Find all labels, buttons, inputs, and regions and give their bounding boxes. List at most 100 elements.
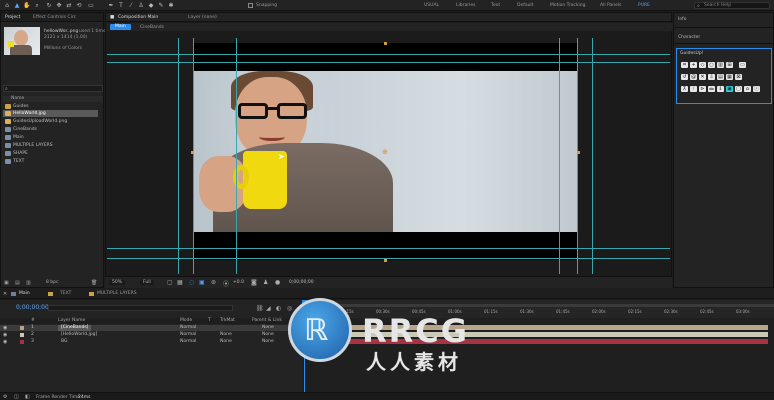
toggle-icon[interactable]: ◧ xyxy=(25,394,30,400)
new-folder-icon[interactable]: ▤ xyxy=(15,280,25,286)
pan-icon[interactable]: ✥ xyxy=(55,2,63,9)
draft-3d-icon[interactable]: ◢ xyxy=(266,305,271,312)
stamp-icon[interactable]: ♙ xyxy=(137,2,145,9)
col-mode[interactable]: Mode xyxy=(180,318,192,323)
rotate-icon[interactable]: ⟲ xyxy=(75,2,83,9)
project-item[interactable]: GuidesUploadWorld.png xyxy=(3,118,98,125)
guide-active-icon[interactable]: ▣ xyxy=(726,86,733,92)
transparency-grid-icon[interactable]: ▦ xyxy=(177,279,183,286)
roto-icon[interactable]: ✎ xyxy=(157,2,165,9)
workspace-text[interactable]: Text xyxy=(491,3,500,8)
subtab-main[interactable]: Main xyxy=(110,24,131,30)
timeline-tab-text[interactable]: TEXT xyxy=(60,291,71,296)
resolution-dropdown[interactable]: Full xyxy=(140,280,154,285)
workspace-default[interactable]: Default xyxy=(517,3,533,8)
timeline-search-input[interactable] xyxy=(48,305,233,311)
guide-diamond-icon[interactable]: ◇ xyxy=(699,62,706,68)
guide-info-icon[interactable]: ⓘ xyxy=(753,86,760,92)
layer-parent[interactable]: None xyxy=(262,339,274,345)
timeline-timecode[interactable]: 0;00;00;00 xyxy=(16,304,49,311)
work-area-bar[interactable] xyxy=(302,304,774,307)
home-icon[interactable]: ⌂ xyxy=(3,2,11,9)
guide-save-icon[interactable]: ▢ xyxy=(735,86,742,92)
layer-mode[interactable]: Normal xyxy=(180,339,196,345)
guide-horizontal[interactable] xyxy=(107,258,670,259)
guide-delete-icon[interactable]: ⊠ xyxy=(735,74,742,80)
exposure-value[interactable]: +0.0 xyxy=(233,280,244,285)
workspace-all-panels[interactable]: All Panels xyxy=(600,3,622,8)
interpret-footage-icon[interactable]: ▣ xyxy=(4,280,14,286)
transform-handle[interactable] xyxy=(191,151,194,154)
guide-horizontal[interactable] xyxy=(107,248,670,249)
workspace-usual[interactable]: USUAL xyxy=(424,3,439,8)
guide-golden-icon[interactable]: ↺ xyxy=(681,74,688,80)
guide-split-icon[interactable]: ⟚ xyxy=(708,86,715,92)
eraser-icon[interactable]: ◆ xyxy=(147,2,155,9)
col-trkmat[interactable]: TrkMat xyxy=(220,318,235,323)
transform-handle[interactable] xyxy=(384,42,387,45)
project-item[interactable]: TEXT xyxy=(3,158,98,165)
guide-vertical[interactable] xyxy=(236,38,237,274)
timeline-tab-main[interactable]: Main xyxy=(19,291,30,296)
info-panel-label[interactable]: Info xyxy=(678,17,687,22)
color-picker-icon[interactable]: ● xyxy=(275,279,280,286)
guide-center-icon[interactable]: ⊞ xyxy=(726,62,733,68)
label-color[interactable] xyxy=(20,326,24,330)
guide-vertical[interactable] xyxy=(592,38,593,274)
layer-mode[interactable]: Normal xyxy=(180,332,196,338)
project-item[interactable]: CineBands xyxy=(3,126,98,133)
selection-icon[interactable]: ▲ xyxy=(13,2,21,9)
region-icon[interactable]: ▢ xyxy=(167,279,173,286)
transform-handle[interactable] xyxy=(577,151,580,154)
col-parent[interactable]: Parent & Link xyxy=(252,318,282,323)
eye-icon[interactable]: ◉ xyxy=(3,325,7,331)
guide-import-icon[interactable]: ⇩ xyxy=(708,74,715,80)
dolly-icon[interactable]: ⇄ xyxy=(65,2,73,9)
project-item[interactable]: Main xyxy=(3,134,98,141)
anchor-point-icon[interactable]: ⊕ xyxy=(382,148,388,156)
guide-circle-icon[interactable]: ○ xyxy=(708,62,715,68)
guide-bars-icon[interactable]: ▭ xyxy=(739,62,746,68)
tab-effect-controls[interactable]: Effect Controls Circ xyxy=(33,15,76,20)
guide-cross-icon[interactable]: + xyxy=(690,62,697,68)
guide-spiral-icon[interactable]: @ xyxy=(690,74,697,80)
guide-vertical[interactable] xyxy=(193,38,194,274)
layer-name[interactable]: [HelloWorld.jpg] xyxy=(61,332,97,338)
guide-thirds-icon[interactable]: ▥ xyxy=(717,62,724,68)
snapping-checkbox[interactable] xyxy=(248,3,253,8)
layer-mode[interactable]: Normal xyxy=(180,325,196,331)
settings-icon[interactable]: ⚙ xyxy=(3,394,7,400)
guide-clear-icon[interactable]: ✕ xyxy=(699,74,706,80)
table-row[interactable]: ◉ 2 [HelloWorld.jpg] Normal None None xyxy=(0,332,300,338)
tab-project[interactable]: Project xyxy=(5,15,20,20)
guide-down-icon[interactable]: ⇓ xyxy=(717,86,724,92)
guide-flip-icon[interactable]: ⊳ xyxy=(699,86,706,92)
subtab-cinebands[interactable]: CineBands xyxy=(140,25,164,30)
guide-horizontal[interactable] xyxy=(107,54,670,55)
tab-layer[interactable]: Layer (none) xyxy=(188,15,217,20)
project-item[interactable]: Guides xyxy=(3,103,98,110)
layer-name[interactable]: [CineBands] xyxy=(58,325,92,331)
col-layer-name[interactable]: Layer Name xyxy=(58,318,85,323)
guide-up-icon[interactable]: ⊼ xyxy=(681,86,688,92)
workspace-motion-tracking[interactable]: Motion Tracking xyxy=(550,3,585,8)
rect-icon[interactable]: ▭ xyxy=(87,2,95,9)
snapshot-icon[interactable]: ◙ xyxy=(251,279,257,286)
pen-icon[interactable]: ✒ xyxy=(107,2,115,9)
guide-home-icon[interactable]: ⌂ xyxy=(744,86,751,92)
guide-vertical[interactable] xyxy=(559,38,560,274)
guide-vertical[interactable] xyxy=(178,38,179,274)
motion-blur-icon[interactable]: ◐ xyxy=(276,305,281,312)
layer-parent[interactable]: None xyxy=(262,332,274,338)
render-icon[interactable]: ◫ xyxy=(14,394,19,400)
brush-icon[interactable]: ⁄ xyxy=(127,2,135,9)
label-color[interactable] xyxy=(20,340,24,344)
guide-horizontal[interactable] xyxy=(107,62,670,63)
layer-trkmat[interactable]: None xyxy=(220,332,232,338)
new-comp-icon[interactable]: ▥ xyxy=(26,280,36,286)
comp-flowchart-icon[interactable]: ⛓ xyxy=(256,305,264,312)
tab-composition[interactable]: Composition Main xyxy=(118,15,158,20)
comp-lock-icon[interactable]: ■ xyxy=(110,15,114,20)
zoom-dropdown[interactable]: 50% xyxy=(109,280,126,285)
color-mgmt-icon[interactable]: ⦿ xyxy=(223,279,229,288)
